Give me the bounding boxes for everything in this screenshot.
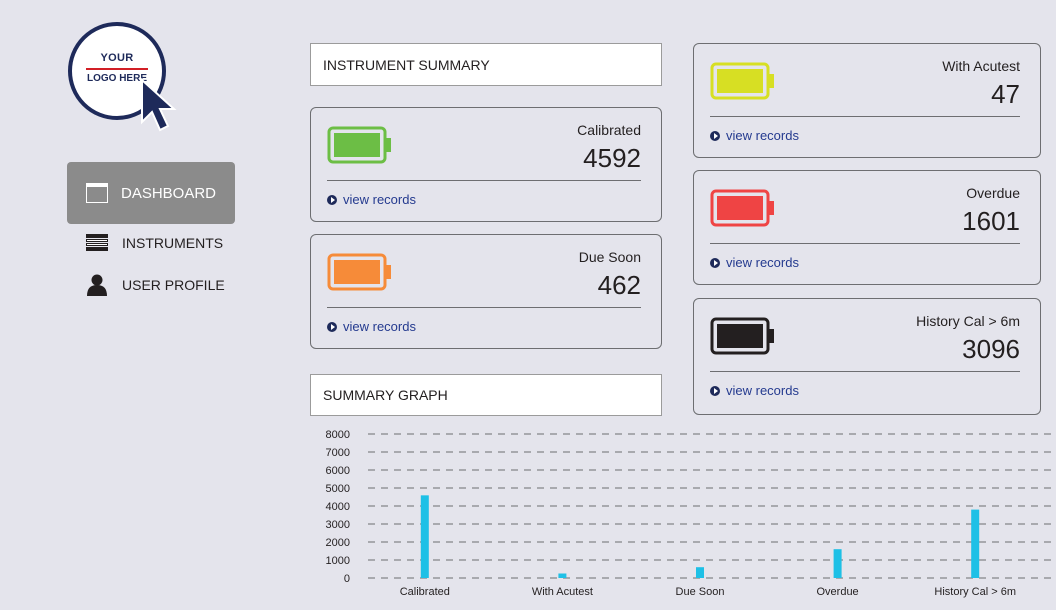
arrow-circle-icon bbox=[710, 257, 720, 268]
y-tick-label: 8000 bbox=[326, 429, 350, 441]
y-tick-label: 0 bbox=[344, 573, 350, 585]
battery-orange-icon bbox=[327, 253, 391, 291]
view-records-label: view records bbox=[343, 192, 416, 207]
y-tick-label: 1000 bbox=[326, 555, 350, 567]
history-cal-view-records-link[interactable]: view records bbox=[710, 383, 799, 398]
overdue-count: 1601 bbox=[962, 206, 1020, 236]
divider bbox=[710, 371, 1020, 372]
x-tick-label: With Acutest bbox=[532, 586, 593, 598]
with-acutest-label: With Acutest bbox=[942, 58, 1020, 74]
due-soon-label: Due Soon bbox=[578, 249, 641, 265]
bar bbox=[558, 573, 567, 578]
battery-black-icon bbox=[710, 317, 774, 355]
nav-instruments-label: INSTRUMENTS bbox=[122, 235, 224, 251]
overdue-card: Overdue 1601 view records bbox=[693, 170, 1041, 285]
nav-dashboard-label: DASHBOARD bbox=[121, 184, 217, 202]
nav-user-profile[interactable]: USER PROFILE bbox=[86, 274, 225, 296]
x-tick-label: Due Soon bbox=[676, 586, 725, 598]
x-tick-label: History Cal > 6m bbox=[934, 586, 1016, 598]
view-records-label: view records bbox=[726, 255, 799, 270]
overdue-view-records-link[interactable]: view records bbox=[710, 255, 799, 270]
with-acutest-view-records-link[interactable]: view records bbox=[710, 128, 799, 143]
x-tick-label: Calibrated bbox=[400, 586, 450, 598]
nav-dashboard[interactable]: DASHBOARD bbox=[67, 162, 235, 224]
y-tick-label: 2000 bbox=[326, 537, 350, 549]
bar bbox=[971, 509, 980, 578]
with-acutest-count: 47 bbox=[991, 79, 1020, 109]
x-tick-label: Overdue bbox=[816, 586, 858, 598]
history-cal-card: History Cal > 6m 3096 view records bbox=[693, 298, 1041, 415]
nav-user-profile-label: USER PROFILE bbox=[122, 277, 225, 293]
battery-full-green-icon bbox=[327, 126, 391, 164]
history-cal-label: History Cal > 6m bbox=[916, 313, 1020, 329]
bar bbox=[833, 549, 842, 578]
history-cal-count: 3096 bbox=[962, 334, 1020, 364]
overdue-label: Overdue bbox=[966, 185, 1020, 201]
user-icon bbox=[87, 274, 107, 296]
server-rack-icon bbox=[86, 234, 108, 251]
summary-bar-chart: 0 1000 2000 3000 4000 5000 6000 7000 8000 Calibra… bbox=[326, 429, 1056, 598]
divider bbox=[710, 116, 1020, 117]
arrow-circle-icon bbox=[327, 194, 337, 205]
y-tick-label: 7000 bbox=[326, 447, 350, 459]
view-records-label: view records bbox=[726, 128, 799, 143]
arrow-circle-icon bbox=[710, 385, 720, 396]
view-records-label: view records bbox=[343, 319, 416, 334]
with-acutest-card: With Acutest 47 view records bbox=[693, 43, 1041, 158]
battery-red-icon bbox=[710, 189, 774, 227]
bar bbox=[420, 495, 429, 578]
arrow-circle-icon bbox=[327, 321, 337, 332]
nav-instruments[interactable]: INSTRUMENTS bbox=[86, 234, 223, 252]
calibrated-view-records-link[interactable]: view records bbox=[327, 192, 416, 207]
y-tick-label: 6000 bbox=[326, 465, 350, 477]
logo-line-1: YOUR bbox=[100, 52, 134, 64]
due-soon-count: 462 bbox=[597, 270, 641, 300]
due-soon-card: Due Soon 462 view records bbox=[310, 234, 662, 349]
calibrated-card: Calibrated 4592 view records bbox=[310, 107, 662, 222]
divider bbox=[710, 243, 1020, 244]
bar bbox=[696, 567, 704, 578]
battery-yellow-icon bbox=[710, 62, 774, 100]
dashboard-frame: YOUR LOGO HERE DASHBOARD INSTRUMENTS USE… bbox=[0, 0, 1056, 610]
window-icon bbox=[86, 183, 108, 203]
y-tick-label: 4000 bbox=[326, 501, 350, 513]
logo-divider bbox=[86, 68, 148, 70]
due-soon-view-records-link[interactable]: view records bbox=[327, 319, 416, 334]
y-tick-label: 3000 bbox=[326, 519, 350, 531]
divider bbox=[327, 307, 641, 308]
calibrated-count: 4592 bbox=[583, 143, 641, 173]
arrow-circle-icon bbox=[710, 130, 720, 141]
calibrated-label: Calibrated bbox=[577, 122, 641, 138]
instrument-summary-header: INSTRUMENT SUMMARY bbox=[310, 43, 662, 86]
cursor-arrow-icon bbox=[141, 78, 177, 132]
summary-graph-header: SUMMARY GRAPH bbox=[310, 374, 662, 416]
view-records-label: view records bbox=[726, 383, 799, 398]
y-tick-label: 5000 bbox=[326, 483, 350, 495]
divider bbox=[327, 180, 641, 181]
